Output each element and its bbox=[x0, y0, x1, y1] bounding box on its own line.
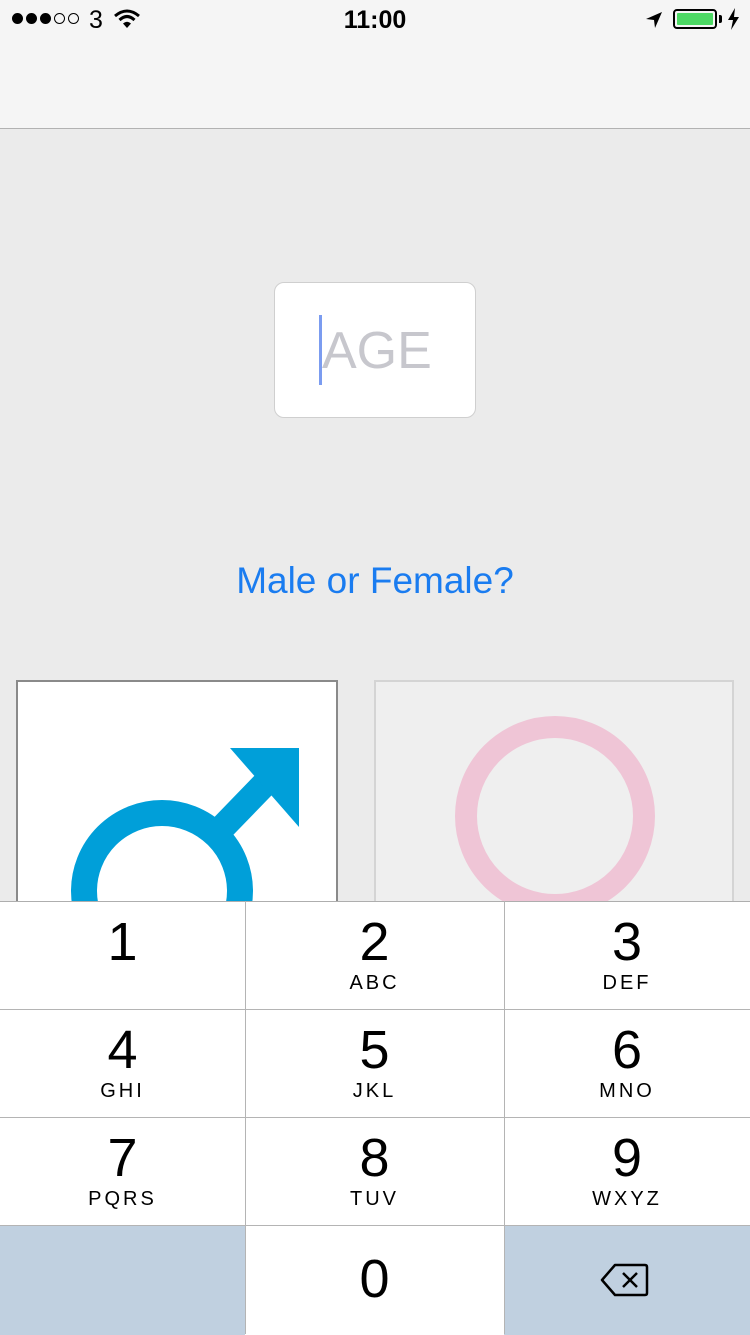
key-blank bbox=[0, 1226, 245, 1335]
key-digit: 2 bbox=[359, 912, 390, 972]
battery-tip bbox=[719, 15, 722, 23]
key-4[interactable]: 4 GHI bbox=[0, 1010, 245, 1118]
backspace-icon bbox=[600, 1263, 649, 1297]
key-0[interactable]: 0 bbox=[245, 1226, 504, 1335]
navigation-bar bbox=[0, 40, 750, 129]
key-digit: 6 bbox=[611, 1020, 643, 1080]
key-8[interactable]: 8 TUV bbox=[245, 1118, 504, 1226]
key-digit: 3 bbox=[611, 912, 643, 972]
key-letters: MNO bbox=[599, 1080, 655, 1102]
location-arrow-icon bbox=[644, 10, 664, 35]
key-digit: 7 bbox=[107, 1128, 138, 1188]
battery-icon bbox=[673, 9, 717, 29]
key-letters: ABC bbox=[349, 972, 400, 994]
charging-bolt-icon bbox=[727, 8, 740, 35]
keypad-divider bbox=[0, 1009, 750, 1010]
keypad-divider bbox=[0, 1117, 750, 1118]
key-7[interactable]: 7 PQRS bbox=[0, 1118, 245, 1226]
key-letters: JKL bbox=[352, 1080, 397, 1102]
key-6[interactable]: 6 MNO bbox=[504, 1010, 750, 1118]
keypad-divider bbox=[504, 901, 505, 1334]
gender-prompt[interactable]: Male or Female? bbox=[0, 560, 750, 602]
key-1[interactable]: 1 bbox=[0, 902, 245, 1010]
key-digit: 8 bbox=[359, 1128, 390, 1188]
key-digit: 1 bbox=[107, 912, 138, 972]
keypad-divider bbox=[245, 901, 246, 1334]
clock-time: 11:00 bbox=[343, 6, 407, 34]
key-digit: 0 bbox=[359, 1249, 390, 1309]
key-letters: DEF bbox=[602, 972, 652, 994]
key-letters: TUV bbox=[350, 1188, 399, 1210]
numeric-keypad: 1 2 ABC 3 DEF 4 GHI 5 JKL 6 MNO 7 PQRS 8… bbox=[0, 901, 750, 1335]
key-digit: 4 bbox=[107, 1020, 138, 1080]
age-input[interactable] bbox=[322, 313, 462, 389]
delete-key[interactable] bbox=[504, 1226, 750, 1335]
key-letters: WXYZ bbox=[592, 1188, 662, 1210]
status-bar: 3 11:00 bbox=[0, 0, 750, 40]
age-field[interactable] bbox=[274, 282, 476, 418]
keypad-divider bbox=[0, 1225, 750, 1226]
key-digit: 5 bbox=[359, 1020, 390, 1080]
key-2[interactable]: 2 ABC bbox=[245, 902, 504, 1010]
key-3[interactable]: 3 DEF bbox=[504, 902, 750, 1010]
key-5[interactable]: 5 JKL bbox=[245, 1010, 504, 1118]
key-9[interactable]: 9 WXYZ bbox=[504, 1118, 750, 1226]
key-letters: PQRS bbox=[88, 1188, 157, 1210]
key-digit: 9 bbox=[611, 1128, 643, 1188]
key-letters: GHI bbox=[100, 1080, 145, 1102]
